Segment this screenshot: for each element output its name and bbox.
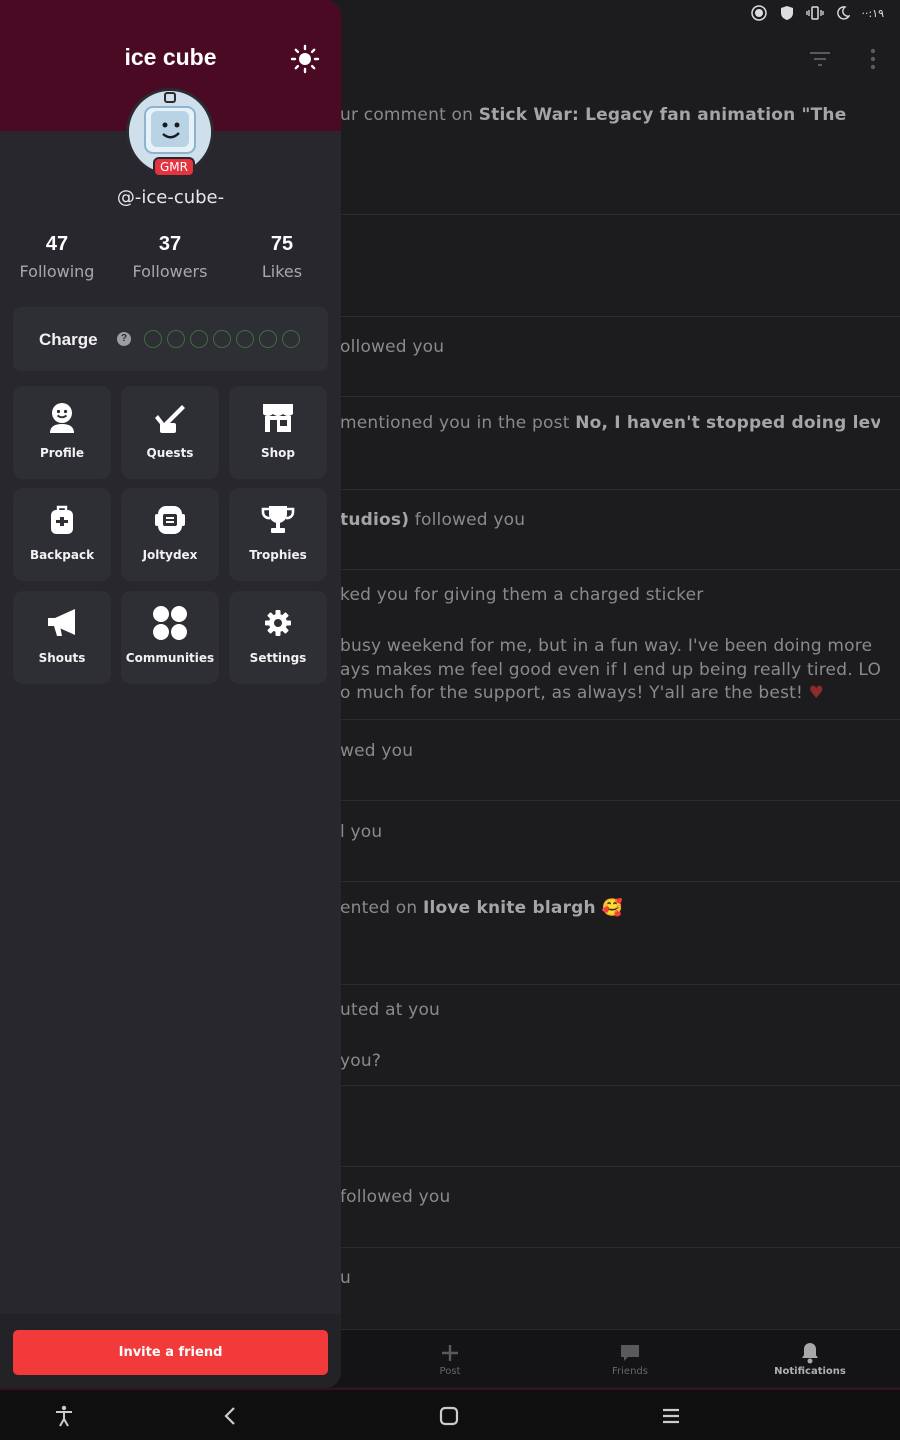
accessibility-icon[interactable] (52, 1404, 76, 1428)
record-icon (749, 4, 769, 22)
clock: ··:١٩ (861, 6, 884, 20)
nav-post-label: Post (439, 1366, 461, 1377)
nav-notifications[interactable]: Notifications (750, 1340, 870, 1377)
charge-meter (144, 330, 300, 348)
notification-quote-line: busy weekend for me, but in a fun way. I… (340, 636, 873, 656)
charge-dot (167, 330, 185, 348)
tile-trophies[interactable]: Trophies (229, 488, 327, 581)
notification-text: followed you (409, 510, 526, 530)
stat-followers-label: Followers (132, 262, 208, 281)
back-icon[interactable] (218, 1404, 242, 1428)
plus-icon (390, 1340, 510, 1366)
tile-settings[interactable]: Settings (229, 591, 327, 684)
side-drawer: ice cube GMR @-ice-cube- 47 Following 37… (0, 0, 341, 1388)
nav-friends[interactable]: Friends (570, 1340, 690, 1377)
notification-post-title: Ilove knite blargh (422, 898, 596, 918)
charge-dot (282, 330, 300, 348)
notification-post-title: Stick War: Legacy fan animation "The (478, 105, 847, 125)
stat-following[interactable]: 47 Following (0, 233, 114, 281)
heart-icon: ♥ (808, 683, 825, 703)
notification-quote-line: you? (340, 1051, 382, 1071)
tile-joltydex[interactable]: Joltydex (121, 488, 219, 581)
backpack-icon (13, 502, 111, 538)
tile-shouts-label: Shouts (38, 651, 86, 665)
profile-icon (13, 400, 111, 436)
tile-joltydex-label: Joltydex (142, 548, 198, 562)
tile-shouts[interactable]: Shouts (13, 591, 111, 684)
tile-quests-label: Quests (146, 446, 194, 460)
notification-text: ked you for giving them a charged sticke… (340, 585, 704, 605)
charge-dot (259, 330, 277, 348)
stat-followers-value: 37 (158, 233, 182, 255)
notification-text: wed you (340, 741, 414, 761)
charge-dot (144, 330, 162, 348)
tile-profile-label: Profile (39, 446, 85, 460)
tile-communities-label: Communities (125, 651, 215, 665)
chat-icon (570, 1340, 690, 1366)
tile-shop-label: Shop (260, 446, 296, 460)
tile-settings-label: Settings (249, 651, 307, 665)
charge-dot (236, 330, 254, 348)
shield-icon (777, 4, 797, 22)
help-icon[interactable]: ? (117, 332, 131, 346)
invite-friend-button[interactable]: Invite a friend (13, 1330, 328, 1375)
stat-likes-label: Likes (261, 262, 303, 281)
joltydex-icon (121, 502, 219, 538)
tile-quests[interactable]: Quests (121, 386, 219, 479)
notification-post-title: No, I haven't stopped doing levels, I (575, 413, 880, 433)
stat-likes[interactable]: 75 Likes (225, 233, 339, 281)
communities-icon (121, 605, 219, 641)
moon-icon (833, 4, 853, 22)
megaphone-icon (13, 605, 111, 641)
filter-icon[interactable] (808, 50, 832, 68)
nav-friends-label: Friends (612, 1366, 648, 1377)
charge-label: Charge (39, 330, 98, 349)
notification-emoji: 🥰 (595, 898, 623, 918)
charge-dot (213, 330, 231, 348)
notification-text: ented on (340, 898, 423, 918)
notification-text: followed you (340, 1187, 451, 1207)
notification-quote-line: o much for the support, as always! Y'all… (340, 683, 804, 703)
trophy-icon (229, 502, 327, 538)
charge-dot (190, 330, 208, 348)
gear-icon (229, 605, 327, 641)
notification-text: uted at you (340, 1000, 441, 1020)
notification-text: mentioned you in the post (340, 413, 576, 433)
notification-text: u (340, 1268, 351, 1288)
notification-quote-line: ays makes me feel good even if I end up … (340, 660, 880, 680)
shop-icon (229, 400, 327, 436)
tile-trophies-label: Trophies (249, 548, 307, 562)
tile-backpack-label: Backpack (29, 548, 95, 562)
notification-username: tudios) (340, 510, 410, 530)
system-navigation-bar (0, 1388, 900, 1440)
username-handle: @-ice-cube- (116, 187, 225, 208)
tile-shop[interactable]: Shop (229, 386, 327, 479)
stat-following-label: Following (19, 262, 95, 281)
charge-card[interactable]: Charge ? (13, 307, 328, 371)
nav-post[interactable]: Post (390, 1340, 510, 1377)
notification-text: ollowed you (340, 337, 445, 357)
tile-profile[interactable]: Profile (13, 386, 111, 479)
bell-icon (750, 1340, 870, 1366)
gmr-badge: GMR (153, 157, 195, 177)
stat-likes-value: 75 (270, 233, 294, 255)
notification-text: ur comment on (340, 105, 479, 125)
notifications-topbar (340, 28, 900, 92)
quests-icon (121, 400, 219, 436)
recents-icon[interactable] (659, 1404, 683, 1428)
tile-backpack[interactable]: Backpack (13, 488, 111, 581)
tile-communities[interactable]: Communities (121, 591, 219, 684)
sun-icon[interactable] (290, 44, 320, 74)
nav-notifications-label: Notifications (774, 1366, 846, 1377)
home-icon[interactable] (437, 1404, 461, 1428)
stat-following-value: 47 (45, 233, 69, 255)
avatar[interactable]: GMR (126, 88, 214, 177)
vibrate-icon (805, 4, 825, 22)
stat-followers[interactable]: 37 Followers (113, 233, 227, 281)
notification-text: l you (340, 822, 383, 842)
more-options-icon[interactable] (868, 48, 878, 70)
